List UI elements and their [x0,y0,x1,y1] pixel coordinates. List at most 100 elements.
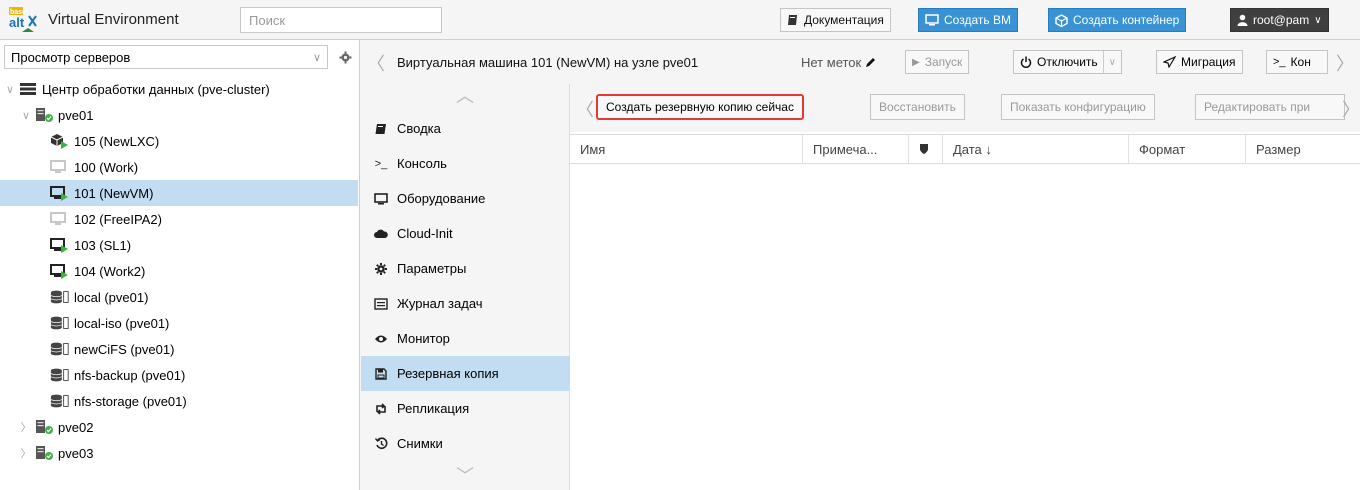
task-list-icon [373,297,389,310]
tree-item[interactable]: 101 (NewVM) [0,180,358,206]
start-button[interactable]: ▶ Запуск [905,50,970,74]
column-size[interactable]: Размер [1246,135,1360,163]
monitor-icon [925,14,939,26]
documentation-label: Документация [804,13,884,27]
backup-now-button[interactable]: Создать резервную копию сейчас [596,94,804,120]
menu-item[interactable]: Резервная копия [361,356,570,391]
tree-item[interactable]: 102 (FreeIPA2) [0,206,358,232]
console-button[interactable]: >_ Кон [1266,50,1328,74]
menu-item[interactable]: Оборудование [361,181,570,216]
tree-item[interactable]: ∨ Центр обработки данных (pve-cluster) [0,76,358,102]
search-input[interactable] [240,7,442,33]
hardware-monitor-icon [373,192,389,205]
console-prompt-icon: >_ [1273,56,1286,68]
collapse-chevron-icon[interactable]: 〉 [20,419,32,435]
tree-item-label: pve02 [58,419,94,435]
console-prompt-icon: >_ [374,157,388,170]
tree-item-label: newCiFS (pve01) [74,341,175,357]
tree-item[interactable]: local (pve01) [0,284,358,310]
show-config-button[interactable]: Показать конфигурацию [1001,94,1155,120]
cube-icon [1055,13,1068,27]
storage-icon [50,289,70,305]
scroll-left-icon[interactable]: 〈 [367,50,385,76]
menu-scroll-up-icon[interactable]: ︿ [456,82,474,108]
tree-item[interactable]: 〉 pve02 [0,414,358,440]
create-container-button[interactable]: Создать контейнер [1048,8,1187,32]
shutdown-menu-chevron-icon[interactable]: ∨ [1102,51,1121,73]
shield-icon [920,144,928,154]
resource-tree-panel: Просмотр серверов ∨ ∨ Центр обработки дан… [0,40,360,490]
tree-item[interactable]: nfs-storage (pve01) [0,388,358,414]
tree-item-label: 100 (Work) [74,159,139,175]
menu-item-label: Репликация [397,401,470,416]
tree-item-label: 101 (NewVM) [74,185,154,201]
tree-item-label: Центр обработки данных (pve-cluster) [42,81,270,97]
tags-editor[interactable]: Нет меток [801,55,876,70]
menu-item[interactable]: Снимки [361,426,570,461]
play-icon: ▶ [912,56,920,68]
chevron-down-icon: ∨ [1314,14,1322,26]
floppy-icon [373,367,389,380]
column-date[interactable]: Дата ↓ [943,135,1129,163]
menu-item[interactable]: Монитор [361,321,570,356]
menu-scroll-down-icon[interactable]: ﹀ [456,462,474,488]
storage-icon [50,341,70,357]
backup-table-header: Имя Примеча... Дата ↓ Формат Размер [570,134,1360,164]
menu-item[interactable]: Журнал задач [361,286,570,321]
tree-item[interactable]: newCiFS (pve01) [0,336,358,362]
tree-item-label: local (pve01) [74,289,149,305]
tree-item[interactable]: nfs-backup (pve01) [0,362,358,388]
tree-item-label: pve03 [58,445,94,461]
node-online-icon [34,107,54,123]
tree-item-label: nfs-storage (pve01) [74,393,187,409]
user-menu-button[interactable]: root@pam ∨ [1230,8,1329,32]
menu-item[interactable]: Сводка [361,111,570,146]
vm-header-bar: 〈 Виртуальная машина 101 (NewVM) на узле… [361,40,1360,84]
menu-item[interactable]: Параметры [361,251,570,286]
backup-panel: 〈 Создать резервную копию сейчас Восстан… [570,84,1360,490]
shutdown-button[interactable]: Отключить ∨ [1013,50,1122,74]
tree-item[interactable]: ∨ pve01 [0,102,358,128]
toolbar-scroll-left-icon[interactable]: 〈 [576,96,594,122]
toolbar-scroll-right-icon[interactable]: 〉 [1342,96,1360,122]
scroll-right-icon[interactable]: 〉 [1336,50,1354,76]
column-name[interactable]: Имя [570,135,803,163]
column-notes[interactable]: Примеча... [803,135,909,163]
menu-item-label: Монитор [397,331,450,346]
menu-item[interactable]: Cloud-Init [361,216,570,251]
view-selector[interactable]: Просмотр серверов ∨ [4,45,328,69]
chevron-down-icon: ∨ [312,51,321,64]
documentation-button[interactable]: Документация [780,8,891,32]
vm-stopped-icon [50,211,70,227]
expand-chevron-icon[interactable]: ∨ [4,83,16,96]
column-protected[interactable] [909,135,943,163]
vm-navigation-menu: ︿ Сводка >_ Консоль Оборудование Cloud-Init П… [361,84,570,490]
menu-item-label: Параметры [397,261,467,276]
migrate-label: Миграция [1181,55,1236,69]
menu-item[interactable]: Репликация [361,391,570,426]
tree-settings-button[interactable] [333,45,357,69]
tree-item[interactable]: 100 (Work) [0,154,358,180]
tree-item[interactable]: 104 (Work2) [0,258,358,284]
edit-notes-button[interactable]: Редактировать при [1195,94,1345,120]
eye-icon [373,334,389,344]
console-label: Кон [1290,55,1311,69]
tree-item-label: 102 (FreeIPA2) [74,211,162,227]
app-title: Virtual Environment [48,11,179,28]
collapse-chevron-icon[interactable]: 〉 [20,445,32,461]
expand-chevron-icon[interactable]: ∨ [20,109,32,122]
menu-item[interactable]: >_ Консоль [361,146,570,181]
column-format[interactable]: Формат [1129,135,1246,163]
migrate-button[interactable]: Миграция [1156,50,1243,74]
retweet-icon [373,402,389,415]
tree-item[interactable]: 105 (NewLXC) [0,128,358,154]
tree-item[interactable]: local-iso (pve01) [0,310,358,336]
tree-item[interactable]: 103 (SL1) [0,232,358,258]
restore-button[interactable]: Восстановить [870,94,965,120]
tree-item-label: local-iso (pve01) [74,315,170,331]
storage-icon [50,367,70,383]
start-label: Запуск [924,55,963,69]
logo-alt-text: alt [9,15,25,30]
tree-item[interactable]: 〉 pve03 [0,440,358,466]
create-vm-button[interactable]: Создать ВМ [918,8,1018,32]
